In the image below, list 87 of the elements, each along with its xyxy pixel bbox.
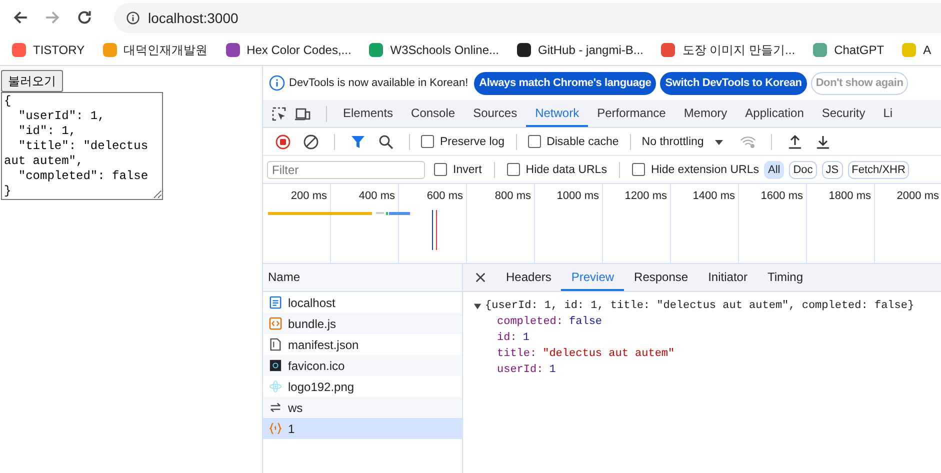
atom-icon xyxy=(269,380,282,393)
timeline-tick-label: 1200 ms xyxy=(624,190,667,202)
reload-icon[interactable] xyxy=(76,9,93,26)
bookmark[interactable]: TISTORY xyxy=(12,43,85,57)
device-icon[interactable] xyxy=(295,106,311,122)
detail-tab[interactable]: Response xyxy=(624,264,698,291)
type-filter-chip[interactable]: Fetch/XHR xyxy=(848,160,910,178)
devtools-tab[interactable]: Li xyxy=(874,100,902,127)
timeline-tick-label: 1000 ms xyxy=(556,190,599,202)
detail-tab[interactable]: Timing xyxy=(757,264,814,291)
filter-field[interactable]: Filter xyxy=(267,160,425,178)
load-button[interactable]: 불러오기 xyxy=(1,70,63,92)
bookmark[interactable]: W3Schools Online... xyxy=(369,43,500,57)
property-key: userId: xyxy=(497,362,544,378)
braces-icon xyxy=(269,422,282,435)
object-summary: {userId: 1, id: 1, title: "delectus aut autem", completed: false} xyxy=(485,299,914,314)
timeline-tick-label: 2000 ms xyxy=(896,190,939,202)
clear-icon[interactable] xyxy=(303,134,319,150)
property-value: false xyxy=(569,315,602,330)
request-row[interactable]: manifest.json xyxy=(263,334,462,355)
info-bar-button[interactable]: Always match Chrome's language xyxy=(474,72,656,94)
property-key: id: xyxy=(497,330,517,346)
filter-checkbox[interactable]: Invert xyxy=(434,163,482,176)
column-header[interactable]: Name xyxy=(263,264,462,292)
record-stop-icon[interactable] xyxy=(275,134,291,150)
timeline-tick-label: 200 ms xyxy=(290,190,327,202)
toolbar-checkbox[interactable]: Disable cache xyxy=(528,135,619,148)
code-file-icon xyxy=(269,317,282,330)
filter-checkbox[interactable]: Hide data URLs xyxy=(506,163,607,176)
inspect-icon[interactable] xyxy=(271,106,287,122)
expand-triangle-icon[interactable] xyxy=(473,302,482,310)
type-filter-chip[interactable]: JS xyxy=(822,160,843,178)
close-icon[interactable] xyxy=(475,272,486,283)
document-icon xyxy=(269,296,282,309)
bookmark[interactable]: A xyxy=(902,43,932,57)
back-icon[interactable] xyxy=(12,9,29,26)
address-bar[interactable]: localhost:3000 xyxy=(114,2,941,32)
request-row[interactable]: favicon.ico xyxy=(263,355,462,376)
request-row[interactable]: logo192.png xyxy=(263,376,462,397)
file-icon xyxy=(269,338,282,351)
timeline-tick-label: 800 ms xyxy=(494,190,531,202)
info-bar-button[interactable]: Switch DevTools to Korean xyxy=(660,72,807,94)
bookmark[interactable]: ChatGPT xyxy=(813,43,884,57)
bookmark[interactable]: 도장 이미지 만들기... xyxy=(661,42,796,58)
devtools-tab[interactable]: Application xyxy=(736,100,813,127)
throttling-dropdown[interactable]: No throttling xyxy=(642,136,732,148)
type-filter-chip[interactable]: Doc xyxy=(789,160,817,178)
bookmark[interactable]: GitHub - jangmi-B... xyxy=(517,43,644,57)
json-textarea[interactable]: { "userId": 1, "id": 1, "title": "delectus aut autem", "completed": false } xyxy=(1,92,163,200)
property-value: 1 xyxy=(522,331,530,346)
property-key: completed: xyxy=(497,314,564,330)
devtools-tab[interactable]: Performance xyxy=(588,100,675,127)
request-row[interactable]: ws xyxy=(263,397,462,418)
devtools-tab[interactable]: Memory xyxy=(674,100,736,127)
property-key: title: xyxy=(497,346,537,362)
property-value: 1 xyxy=(549,363,556,378)
info-icon xyxy=(269,75,285,91)
image-icon xyxy=(269,359,282,372)
filter-icon[interactable] xyxy=(350,134,366,150)
property-value: "delectus aut autem" xyxy=(542,347,675,362)
devtools-tab[interactable]: Security xyxy=(812,100,874,127)
detail-tab[interactable]: Headers xyxy=(496,264,562,291)
bookmark[interactable]: Hex Color Codes,... xyxy=(226,43,352,57)
request-row[interactable]: 1 xyxy=(263,418,462,439)
timeline-tick-label: 1600 ms xyxy=(760,190,803,202)
devtools-tab[interactable]: Sources xyxy=(464,100,526,127)
devtools-tab[interactable]: Network xyxy=(526,100,588,127)
arrows-icon xyxy=(269,401,282,414)
detail-tab[interactable]: Preview xyxy=(561,264,624,291)
upload-icon[interactable] xyxy=(786,134,803,150)
devtools-tab[interactable]: Elements xyxy=(334,100,402,127)
toolbar-checkbox[interactable]: Preserve log xyxy=(421,135,505,148)
bookmark[interactable]: 대덕인재개발원 xyxy=(102,42,208,58)
search-icon[interactable] xyxy=(378,134,394,150)
filter-checkbox[interactable]: Hide extension URLs xyxy=(632,163,759,176)
devtools-tab[interactable]: Console xyxy=(402,100,464,127)
download-icon[interactable] xyxy=(814,134,831,150)
timeline-tick-label: 1400 ms xyxy=(692,190,735,202)
info-icon xyxy=(126,10,140,24)
detail-tab[interactable]: Initiator xyxy=(698,264,758,291)
request-row[interactable]: bundle.js xyxy=(263,313,462,334)
request-row[interactable]: localhost xyxy=(263,292,462,313)
info-message: DevTools is now available in Korean! xyxy=(289,77,468,89)
timeline-tick-label: 400 ms xyxy=(358,190,395,202)
timeline-tick-label: 600 ms xyxy=(426,190,463,202)
type-filter-chip[interactable]: All xyxy=(764,160,784,178)
timeline-tick-label: 1800 ms xyxy=(828,190,871,202)
